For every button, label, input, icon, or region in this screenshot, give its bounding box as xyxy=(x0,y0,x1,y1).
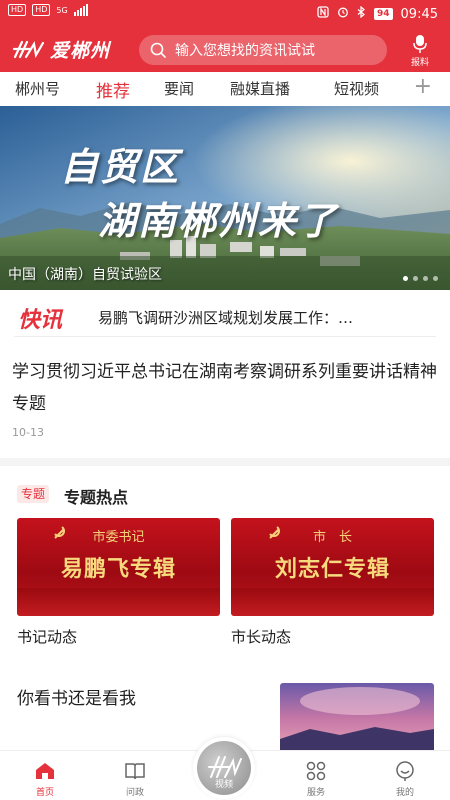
topic-card-title: 易鹏飞专辑 xyxy=(60,557,176,582)
topic-card-subtitle: 市委书记 xyxy=(92,530,145,545)
alarm-icon xyxy=(337,6,349,22)
channel-tabs: 郴州号 推荐 要闻 融媒直播 短视频 + xyxy=(0,72,450,106)
report-label: 报料 xyxy=(410,58,429,68)
divider xyxy=(14,336,436,337)
flash-news-text[interactable]: 易鹏飞调研沙洲区域规划发展工作：… xyxy=(98,307,438,328)
hd-chip-2: HD xyxy=(32,4,51,16)
banner-caption: 中国（湖南）自贸试验区 xyxy=(8,267,162,283)
topic-card-secretary[interactable]: 市委书记 易鹏飞专辑 xyxy=(17,518,220,616)
nav-profile-label: 我的 xyxy=(395,788,414,798)
tab-recommended[interactable]: 推荐 xyxy=(96,77,130,102)
home-icon xyxy=(36,763,54,779)
tab-short-video[interactable]: 短视频 xyxy=(334,78,379,99)
banner-headline-line2: 湖南郴州来了 xyxy=(98,198,339,243)
logo-mark-icon xyxy=(12,40,45,58)
topic-tag: 专题 xyxy=(17,485,50,503)
nav-home-label: 首页 xyxy=(35,788,54,798)
services-grid-icon xyxy=(306,761,326,781)
search-icon xyxy=(150,42,166,58)
feed-item-title[interactable]: 你看书还是看我 xyxy=(17,684,136,709)
tab-live[interactable]: 融媒直播 xyxy=(230,78,290,99)
header: HD HD 5G 94 09:45 爱郴州 输入您想找的资讯试试 报料 xyxy=(0,0,450,72)
news-article[interactable]: 学习贯彻习近平总书记在湖南考察调研系列重要讲话精神专题 10-13 xyxy=(0,348,450,452)
tab-headlines[interactable]: 要闻 xyxy=(164,78,194,99)
topic-card-label[interactable]: 书记动态 xyxy=(17,626,77,647)
nav-services[interactable]: 服务 xyxy=(286,759,346,798)
nav-inquiry[interactable]: 问政 xyxy=(105,759,165,798)
nav-video-label: 视频 xyxy=(214,780,233,790)
flash-news[interactable]: 快讯 易鹏飞调研沙洲区域规划发展工作：… xyxy=(0,296,450,340)
microphone-icon xyxy=(413,35,427,53)
nav-inquiry-label: 问政 xyxy=(125,788,144,798)
app-root: HD HD 5G 94 09:45 爱郴州 输入您想找的资讯试试 报料 郴州号 … xyxy=(0,0,450,800)
hd-chip-1: HD xyxy=(8,4,27,16)
network-type: 5G xyxy=(56,5,68,15)
bluetooth-icon xyxy=(357,5,366,22)
topic-card-label[interactable]: 市长动态 xyxy=(231,626,291,647)
card-decoration xyxy=(231,588,434,616)
article-title[interactable]: 学习贯彻习近平总书记在湖南考察调研系列重要讲话精神专题 xyxy=(12,356,440,420)
nav-video[interactable]: 视频 xyxy=(193,737,255,799)
banner-headline-line1: 自贸区 xyxy=(60,144,181,189)
video-icon: 视频 xyxy=(197,741,251,795)
topic-card-mayor[interactable]: 市 长 刘志仁专辑 xyxy=(231,518,434,616)
nav-home[interactable]: 首页 xyxy=(15,759,75,798)
card-decoration xyxy=(17,588,220,616)
tab-zhenzhouhao[interactable]: 郴州号 xyxy=(15,78,60,99)
section-divider xyxy=(0,458,450,466)
feed-item-thumbnail[interactable] xyxy=(280,683,434,753)
plus-icon[interactable]: + xyxy=(414,76,432,98)
nav-services-label: 服务 xyxy=(306,788,325,798)
status-right: 94 09:45 xyxy=(317,5,438,22)
app-name: 爱郴州 xyxy=(50,40,111,62)
banner-carousel[interactable]: 自贸区 湖南郴州来了 中国（湖南）自贸试验区 xyxy=(0,106,450,290)
flash-news-tag: 快讯 xyxy=(18,308,63,333)
topic-card-title: 刘志仁专辑 xyxy=(274,557,390,582)
search-input[interactable]: 输入您想找的资讯试试 xyxy=(139,35,387,65)
status-left: HD HD 5G xyxy=(8,4,88,16)
clock: 09:45 xyxy=(400,6,438,22)
battery-icon: 94 xyxy=(374,8,393,20)
nfc-icon xyxy=(317,6,329,22)
app-logo[interactable]: 爱郴州 xyxy=(12,36,110,63)
carousel-indicator xyxy=(403,276,438,281)
report-button[interactable]: 报料 xyxy=(406,34,434,68)
status-bar: HD HD 5G 94 09:45 xyxy=(0,0,450,28)
article-date: 10-13 xyxy=(12,426,44,439)
profile-icon xyxy=(396,761,414,781)
search-placeholder: 输入您想找的资讯试试 xyxy=(175,43,315,59)
nav-profile[interactable]: 我的 xyxy=(375,759,435,798)
special-topics: 专题 专题热点 市委书记 易鹏飞专辑 书记动态 市 长 刘志仁专辑 市长动态 xyxy=(0,466,450,656)
signal-icon xyxy=(73,4,88,16)
thumbnail-image xyxy=(280,683,434,753)
topic-section-title: 专题热点 xyxy=(64,488,129,507)
book-icon xyxy=(125,763,145,780)
bottom-navigation: 首页 问政 视频 服务 我的 xyxy=(0,737,450,800)
topic-card-subtitle: 市 长 xyxy=(312,530,352,545)
app-bar: 爱郴州 输入您想找的资讯试试 报料 xyxy=(0,32,450,68)
